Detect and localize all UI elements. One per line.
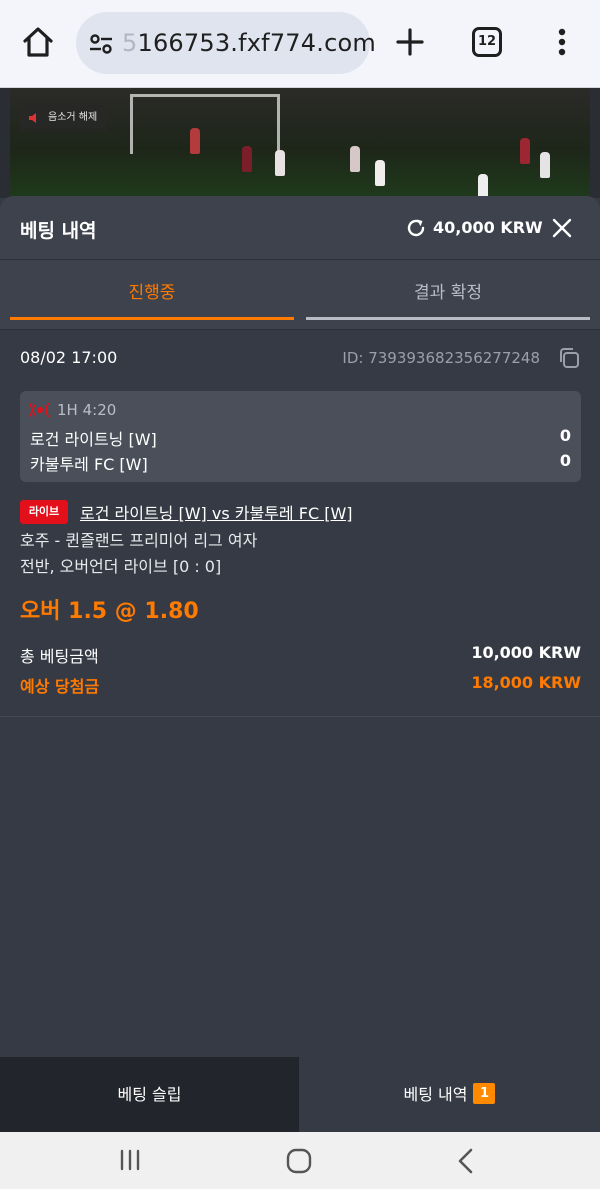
copy-icon[interactable]: [557, 346, 581, 370]
home-team-score: 0: [559, 426, 571, 445]
android-nav-bar: [0, 1132, 600, 1189]
away-team-score: 0: [559, 451, 571, 470]
url-text: 5166753.fxf774.com: [122, 29, 376, 57]
league-name: 호주 - 퀸즐랜드 프리미어 리그 여자: [20, 531, 258, 550]
tune-icon[interactable]: [88, 31, 114, 57]
market-name: 전반, 오버언더 라이브 [0 : 0]: [20, 557, 222, 576]
match-time: 1H 4:20: [57, 401, 117, 419]
bet-date: 08/02 17:00: [20, 348, 118, 367]
event-link[interactable]: 로건 라이트닝 [W] vs 카불투레 FC [W]: [80, 500, 353, 524]
payout-value: 18,000 KRW: [471, 673, 581, 692]
tab-in-progress[interactable]: 진행중: [10, 260, 294, 320]
stake-value: 10,000 KRW: [471, 643, 581, 662]
live-broadcast-icon: [30, 403, 50, 417]
more-vert-icon[interactable]: [548, 24, 576, 60]
close-icon[interactable]: [550, 216, 574, 240]
bet-id: ID: 739393682356277248: [342, 349, 540, 367]
bottom-tab-bar: 베팅 슬립 베팅 내역 1: [0, 1057, 600, 1132]
bet-card: 08/02 17:00 ID: 739393682356277248 1H 4:…: [0, 331, 600, 717]
live-badge: 라이브: [20, 500, 68, 524]
address-bar[interactable]: 5166753.fxf774.com: [76, 12, 376, 74]
payout-label: 예상 당첨금: [20, 677, 100, 696]
tab-settled[interactable]: 결과 확정: [306, 260, 590, 320]
player-figure: [190, 128, 200, 154]
player-figure: [540, 152, 550, 178]
bet-pick: 오버 1.5 @ 1.80: [20, 599, 199, 624]
bet-history-button[interactable]: 베팅 내역 1: [299, 1057, 600, 1132]
unmute-button[interactable]: 음소거 해제: [20, 105, 108, 131]
player-figure: [520, 138, 530, 164]
balance-amount: 40,000 KRW: [433, 218, 543, 237]
home-icon[interactable]: [20, 24, 56, 60]
bet-history-panel: 베팅 내역 40,000 KRW 진행중 결과 확정 08/02 17:00 I…: [0, 196, 600, 1057]
home-nav-icon[interactable]: [286, 1148, 312, 1174]
back-icon[interactable]: [456, 1148, 476, 1174]
player-figure: [275, 150, 285, 176]
home-team-name: 로건 라이트닝 [W]: [30, 430, 157, 449]
panel-title: 베팅 내역: [20, 220, 97, 242]
plus-icon[interactable]: [392, 24, 428, 60]
speaker-icon: [29, 113, 36, 123]
bet-history-label: 베팅 내역: [403, 1085, 468, 1104]
live-video[interactable]: 음소거 해제: [0, 88, 600, 198]
bet-slip-button[interactable]: 베팅 슬립: [0, 1057, 299, 1132]
browser-toolbar: 5166753.fxf774.com 12: [0, 0, 600, 88]
bet-count-badge: 1: [473, 1083, 496, 1104]
player-figure: [478, 174, 488, 198]
player-figure: [350, 146, 360, 172]
tab-switcher-button[interactable]: 12: [472, 27, 502, 57]
live-scoreboard: 1H 4:20 로건 라이트닝 [W] 0 카불투레 FC [W] 0: [20, 391, 581, 482]
goal-post: [130, 94, 280, 154]
recents-icon[interactable]: [118, 1148, 142, 1172]
bet-slip-label: 베팅 슬립: [117, 1085, 182, 1104]
panel-header: 베팅 내역 40,000 KRW: [0, 196, 600, 260]
player-figure: [375, 160, 385, 186]
status-tabs: 진행중 결과 확정: [0, 260, 600, 330]
away-team-name: 카불투레 FC [W]: [30, 455, 148, 474]
player-figure: [242, 146, 252, 172]
stake-label: 총 베팅금액: [20, 647, 99, 666]
refresh-icon[interactable]: [405, 217, 427, 239]
unmute-label: 음소거 해제: [48, 112, 98, 123]
